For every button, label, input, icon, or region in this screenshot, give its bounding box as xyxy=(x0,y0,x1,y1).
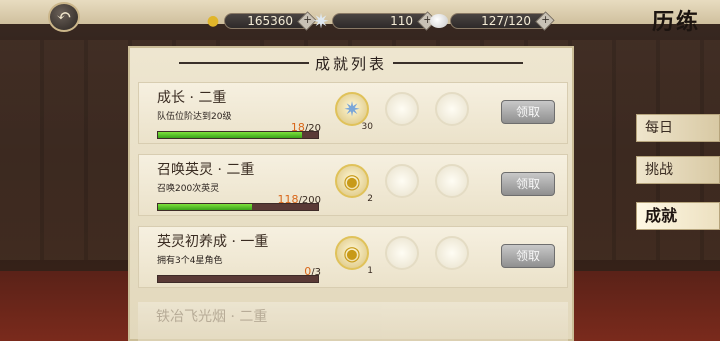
reward-qty: 1 xyxy=(367,266,373,276)
reward-slot[interactable]: ✷ 30 xyxy=(335,92,373,132)
empty-reward-slot xyxy=(435,92,469,126)
star-crystal-icon: ✷ xyxy=(312,9,330,33)
empty-reward-slot xyxy=(435,164,469,198)
achievement-card-partial: 铁冶飞光烟 · 二重 xyxy=(138,302,568,341)
achievement-card: 成长 · 二重 队伍位阶达到20级 18/20 ✷ 30 领取 xyxy=(138,82,568,144)
reward-slot[interactable]: ◉ 2 xyxy=(335,164,373,204)
reward-qty: 2 xyxy=(367,194,373,204)
achievement-title: 英灵初养成 · 一重 xyxy=(157,234,269,250)
achievement-title: 铁冶飞光烟 · 二重 xyxy=(156,309,268,325)
star-crystal-icon: ✷ xyxy=(343,97,361,121)
jade-icon xyxy=(430,14,448,28)
gold-coin-icon: ◉ xyxy=(343,169,361,193)
progress-bar xyxy=(157,131,319,139)
empty-reward-slot xyxy=(385,164,419,198)
jade-value: 127/120 xyxy=(481,14,531,28)
achievement-card: 召唤英灵 · 二重 召唤200次英灵 118/200 ◉ 2 领取 xyxy=(138,154,568,216)
back-button[interactable]: ↶ xyxy=(48,2,80,32)
achievement-desc: 召唤200次英灵 xyxy=(157,184,220,194)
achievement-panel: 成就列表 成长 · 二重 队伍位阶达到20级 18/20 ✷ 30 领取 召唤英… xyxy=(128,46,574,341)
reward-qty: 30 xyxy=(361,122,373,132)
progress-bar xyxy=(157,203,319,211)
coin-icon: ● xyxy=(206,13,220,29)
empty-reward-slot xyxy=(385,92,419,126)
header-rule-right xyxy=(393,62,523,64)
claim-button[interactable]: 领取 xyxy=(501,172,555,196)
panel-header: 成就列表 xyxy=(130,48,572,78)
panel-title: 成就列表 xyxy=(314,54,387,73)
jade-resource: 127/120 + xyxy=(430,11,555,31)
achievement-desc: 拥有3个4星角色 xyxy=(157,256,223,266)
header-rule-left xyxy=(178,62,309,64)
achievement-card: 英灵初养成 · 一重 拥有3个4星角色 0/3 ◉ 1 领取 xyxy=(138,226,568,288)
claim-button[interactable]: 领取 xyxy=(501,100,555,124)
empty-reward-slot xyxy=(385,236,419,270)
star-value-pill: 110 + xyxy=(332,11,437,31)
achievement-desc: 队伍位阶达到20级 xyxy=(157,112,232,122)
progress-fill xyxy=(158,204,253,210)
progress-bar xyxy=(157,275,319,283)
achievement-title: 成长 · 二重 xyxy=(157,90,227,106)
coin-value: 165360 xyxy=(247,14,293,28)
empty-reward-slot xyxy=(435,236,469,270)
star-resource: ✷ 110 + xyxy=(312,9,437,33)
back-arrow-icon: ↶ xyxy=(56,6,72,27)
coin-value-pill: 165360 + xyxy=(224,11,317,31)
jade-value-pill: 127/120 + xyxy=(450,11,555,31)
gold-coin-icon: ◉ xyxy=(343,241,361,265)
tab-achievement[interactable]: 成就 xyxy=(636,202,720,230)
coin-resource: ● 165360 + xyxy=(204,11,317,31)
reward-slot[interactable]: ◉ 1 xyxy=(335,236,373,276)
page-title: 历练 xyxy=(651,9,700,35)
claim-button[interactable]: 领取 xyxy=(501,244,555,268)
tab-challenge[interactable]: 挑战 xyxy=(636,156,720,184)
progress-fill xyxy=(158,132,302,138)
star-value: 110 xyxy=(390,14,413,28)
achievement-title: 召唤英灵 · 二重 xyxy=(157,162,255,178)
tab-daily[interactable]: 每日 xyxy=(636,114,720,142)
